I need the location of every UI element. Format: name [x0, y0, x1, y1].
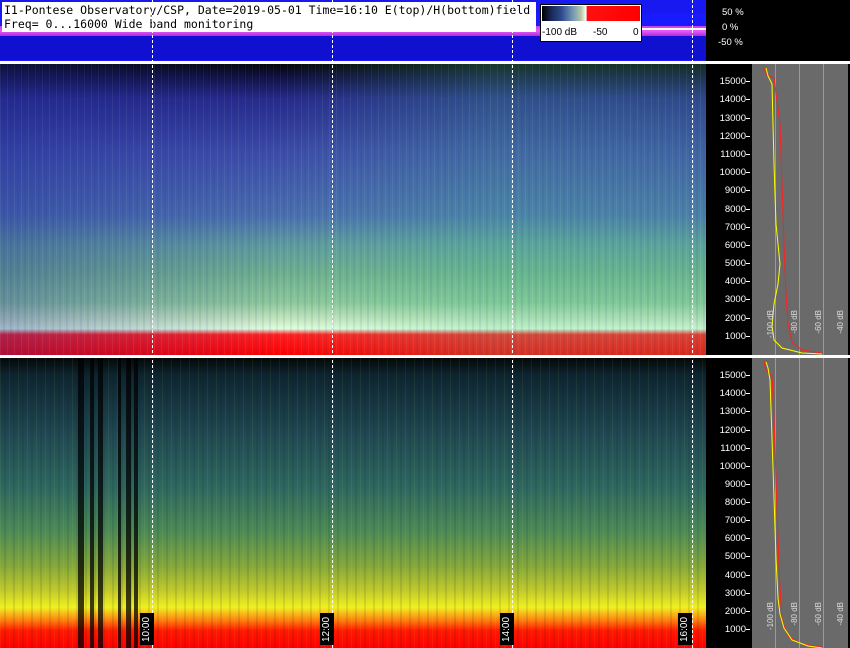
frequency-tick-label: 8000 [706, 498, 750, 508]
frequency-tick-label: 6000 [706, 241, 750, 251]
percent-label-50: 50 % [722, 7, 744, 18]
frequency-tick-label: 5000 [706, 552, 750, 562]
frequency-tick-label: 12000 [706, 426, 750, 436]
frequency-tick-label: 2000 [706, 314, 750, 324]
db-label: -40 dB [836, 602, 845, 626]
frequency-tick-label: 10000 [706, 168, 750, 178]
color-scale-mid-label: -50 [593, 27, 608, 38]
frequency-tick-label: 8000 [706, 205, 750, 215]
time-gridline [152, 0, 153, 648]
frequency-tick-label: 15000 [706, 77, 750, 87]
frequency-tick-label: 9000 [706, 480, 750, 490]
time-label-16: 16:00 [678, 613, 692, 645]
frequency-tick-label: 13000 [706, 407, 750, 417]
db-label: -80 dB [790, 310, 799, 334]
frequency-range-label: Freq= 0...16000 Wide band monitoring [4, 17, 254, 31]
db-label: -40 dB [836, 310, 845, 334]
e-field-spectrogram[interactable] [0, 64, 706, 355]
frequency-tick-label: 1000 [706, 625, 750, 635]
frequency-tick-label: 3000 [706, 589, 750, 599]
time-gridline [332, 0, 333, 648]
percent-label-minus-50: -50 % [718, 37, 743, 48]
frequency-tick-label: 11000 [706, 444, 750, 454]
time-label-10: 10:00 [140, 613, 154, 645]
color-scale-min-label: -100 dB [542, 27, 578, 38]
frequency-tick-label: 5000 [706, 259, 750, 269]
color-scale-gradient [542, 6, 640, 21]
h-field-frequency-axis: 15000 14000 13000 12000 11000 10000 9000 8000 70… [706, 358, 750, 648]
frequency-tick-label: 4000 [706, 277, 750, 287]
e-field-spectrum-profile: -100 dB -80 dB -60 dB -40 dB [752, 64, 848, 355]
h-field-spectrogram[interactable] [0, 358, 706, 648]
db-label: -100 dB [766, 310, 775, 339]
time-label-14: 14:00 [500, 613, 514, 645]
percent-label-0: 0 % [722, 22, 739, 33]
station-title: I1-Pontese Observatory/CSP, Date=2019-05… [4, 3, 531, 17]
frequency-tick-label: 4000 [706, 571, 750, 581]
color-scale-max-label: 0 [633, 27, 639, 38]
frequency-tick-label: 14000 [706, 95, 750, 105]
frequency-tick-label: 3000 [706, 295, 750, 305]
frequency-tick-label: 1000 [706, 332, 750, 342]
e-field-frequency-axis: 15000 14000 13000 12000 11000 10000 9000 8000 70… [706, 64, 750, 355]
db-label: -100 dB [766, 602, 775, 631]
frequency-tick-label: 6000 [706, 534, 750, 544]
db-label: -60 dB [814, 310, 823, 334]
frequency-tick-label: 14000 [706, 389, 750, 399]
db-label: -80 dB [790, 602, 799, 626]
frequency-tick-label: 15000 [706, 371, 750, 381]
color-scale-legend: -100 dB -50 0 [540, 4, 642, 42]
time-gridline [692, 0, 693, 648]
frequency-tick-label: 13000 [706, 114, 750, 124]
station-info-box: I1-Pontese Observatory/CSP, Date=2019-05… [2, 2, 536, 32]
time-label-12: 12:00 [320, 613, 334, 645]
frequency-tick-label: 12000 [706, 132, 750, 142]
h-field-spectrum-profile: -100 dB -80 dB -60 dB -40 dB [752, 358, 848, 648]
frequency-tick-label: 7000 [706, 223, 750, 233]
frequency-tick-label: 2000 [706, 607, 750, 617]
frequency-tick-label: 11000 [706, 150, 750, 160]
time-gridline [512, 0, 513, 648]
frequency-tick-label: 9000 [706, 186, 750, 196]
db-label: -60 dB [814, 602, 823, 626]
frequency-tick-label: 10000 [706, 462, 750, 472]
frequency-tick-label: 7000 [706, 516, 750, 526]
